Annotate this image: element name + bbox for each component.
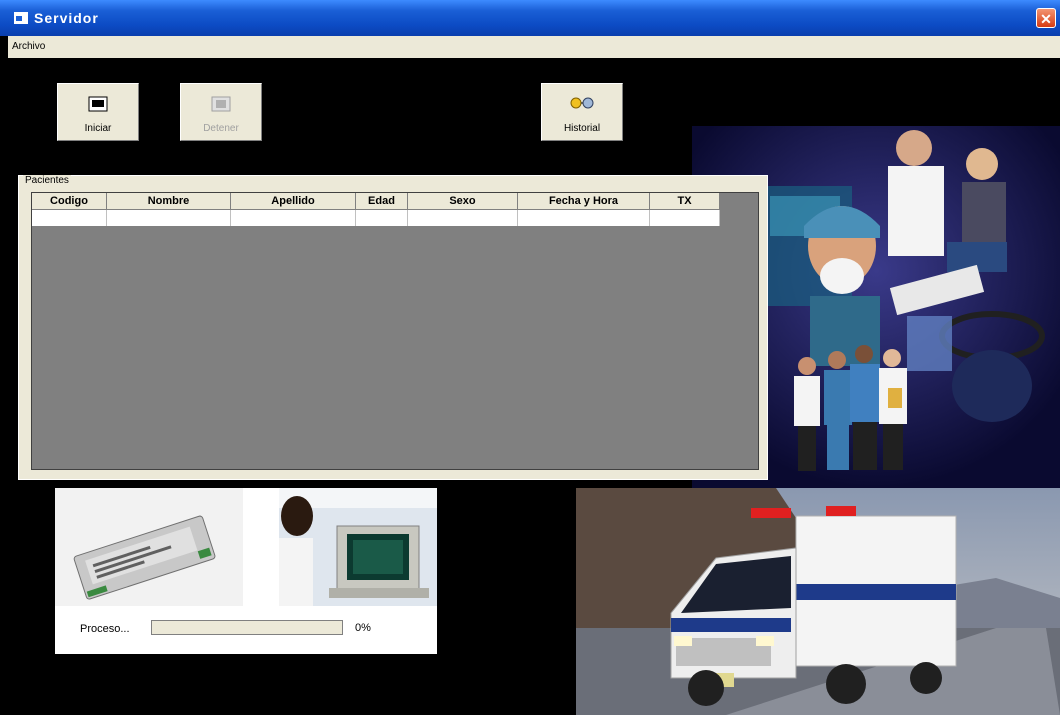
patients-grid[interactable]: Codigo Nombre Apellido Edad Sexo Fecha y…	[31, 192, 759, 470]
start-icon	[88, 96, 108, 112]
history-button-label: Historial	[563, 123, 601, 134]
table-cell[interactable]	[356, 210, 408, 226]
column-header-codigo[interactable]: Codigo	[32, 193, 107, 210]
start-button[interactable]: Iniciar	[57, 83, 139, 141]
title-bar: Servidor ✕	[0, 0, 1060, 36]
gsm-modem-image	[55, 488, 243, 606]
close-button[interactable]: ✕	[1036, 8, 1056, 28]
column-header-fecha-hora[interactable]: Fecha y Hora	[518, 193, 650, 210]
start-button-label: Iniciar	[84, 123, 112, 134]
computer-operator-image	[279, 488, 437, 606]
process-progress-bar	[151, 620, 343, 635]
column-header-edad[interactable]: Edad	[356, 193, 408, 210]
table-cell[interactable]	[32, 210, 107, 226]
status-panel: Proceso... 0%	[55, 488, 437, 654]
process-label: Proceso...	[80, 623, 130, 635]
column-header-tx[interactable]: TX	[650, 193, 720, 210]
column-header-nombre[interactable]: Nombre	[107, 193, 231, 210]
history-glasses-icon	[570, 97, 594, 109]
menu-archivo[interactable]: Archivo	[12, 41, 45, 52]
patients-frame-title: Pacientes	[23, 175, 71, 186]
table-cell[interactable]	[518, 210, 650, 226]
table-row[interactable]	[32, 210, 720, 226]
stop-button-label: Detener	[203, 123, 239, 134]
table-cell[interactable]	[650, 210, 720, 226]
window-app-icon	[14, 12, 28, 24]
history-button[interactable]: Historial	[541, 83, 623, 141]
window-title: Servidor	[34, 10, 99, 26]
stop-button[interactable]: Detener	[180, 83, 262, 141]
ambulance-image	[576, 488, 1060, 715]
column-header-sexo[interactable]: Sexo	[408, 193, 518, 210]
table-cell[interactable]	[107, 210, 231, 226]
table-cell[interactable]	[408, 210, 518, 226]
table-cell[interactable]	[231, 210, 356, 226]
grid-header: Codigo Nombre Apellido Edad Sexo Fecha y…	[32, 193, 720, 210]
stop-icon	[211, 96, 231, 112]
process-percent: 0%	[355, 622, 371, 634]
patients-frame: Pacientes Codigo Nombre Apellido Edad Se…	[18, 175, 768, 480]
column-header-apellido[interactable]: Apellido	[231, 193, 356, 210]
menu-bar: Archivo	[8, 36, 1060, 58]
